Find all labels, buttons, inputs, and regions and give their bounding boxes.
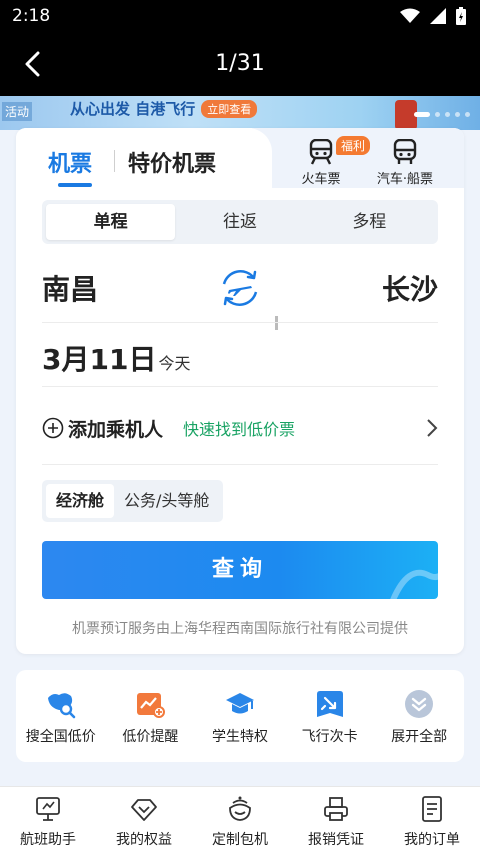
add-passenger-row[interactable]: 添加乘机人 快速找到低价票	[42, 412, 438, 444]
cabin-business-first[interactable]: 公务/头等舱	[114, 484, 219, 518]
quick-action-label: 低价提醒	[122, 729, 179, 745]
add-passenger-label: 添加乘机人	[68, 418, 164, 441]
quick-action-label: 学生特权	[211, 729, 268, 745]
tab-special-flight[interactable]: 特价机票	[128, 146, 216, 178]
printer-icon	[324, 797, 348, 821]
provider-note: 机票预订服务由上海华程西南国际旅行社有限公司提供	[72, 621, 408, 637]
tab-flight[interactable]: 机票	[48, 146, 92, 178]
trip-round-trip[interactable]: 往返	[175, 204, 304, 240]
status-time: 2:18	[12, 6, 51, 26]
nav-label: 航班助手	[20, 832, 76, 848]
nav-my-orders[interactable]: 我的订单	[384, 787, 480, 854]
quick-action-nationwide-low-price[interactable]: 搜全国低价	[16, 670, 106, 762]
battery-icon	[456, 7, 466, 25]
banner-promo: 从心出发 自港飞行 立即查看	[70, 98, 258, 119]
quick-action-flight-pass[interactable]: 飞行次卡	[285, 670, 375, 762]
banner-cta[interactable]: 立即查看	[201, 99, 258, 118]
diamond-icon	[131, 799, 157, 821]
pager-dot	[445, 112, 450, 117]
status-bar: 2:18	[0, 0, 480, 32]
quick-action-label: 展开全部	[391, 729, 448, 745]
trip-type-selector: 单程 往返 多程	[42, 200, 438, 244]
train-icon	[309, 139, 333, 165]
graduation-cap-icon	[225, 693, 254, 714]
viewer-top-bar: 1/31	[0, 32, 480, 96]
arrival-city[interactable]: 长沙	[382, 268, 438, 308]
quick-action-student[interactable]: 学生特权	[195, 670, 285, 762]
nav-custom-charter[interactable]: 定制包机	[192, 787, 288, 854]
pager-dot	[435, 112, 440, 117]
quick-actions-card: 搜全国低价 低价提醒 学生特权 飞行次卡 展开全部	[16, 670, 464, 762]
nav-label: 报销凭证	[308, 832, 364, 848]
tab-active-indicator	[58, 183, 92, 187]
nav-flight-assistant[interactable]: 航班助手	[0, 787, 96, 854]
nav-label: 我的订单	[404, 832, 460, 848]
banner-tag: 活动	[2, 102, 33, 121]
cabin-economy[interactable]: 经济舱	[46, 484, 115, 518]
decorative-wave-icon	[390, 569, 438, 599]
signal-icon	[430, 8, 446, 24]
nav-label: 定制包机	[212, 832, 268, 848]
search-flights-button[interactable]: 查询	[42, 541, 438, 599]
trip-multi-city[interactable]: 多程	[305, 204, 434, 240]
divider	[42, 322, 438, 323]
promo-banner[interactable]: 活动 从心出发 自港飞行 立即查看	[0, 96, 480, 130]
booking-card: 机票 特价机票 火车票 福利 汽车·船票 单程 往返 多程 南昌 长沙 3月11…	[16, 128, 464, 654]
low-price-hint: 快速找到低价票	[183, 420, 296, 439]
bus-ship-ticket-button[interactable]: 汽车·船票	[360, 134, 450, 187]
expand-all-icon	[405, 690, 434, 718]
trip-one-way[interactable]: 单程	[46, 204, 176, 240]
departure-city[interactable]: 南昌	[42, 268, 98, 308]
nav-label: 我的权益	[116, 832, 172, 848]
cabin-class-selector: 经济舱 公务/头等舱	[42, 480, 224, 522]
divider	[42, 386, 438, 387]
swap-cities-button[interactable]	[218, 266, 262, 310]
flight-pass-icon	[316, 691, 343, 717]
image-counter: 1/31	[215, 51, 265, 76]
order-list-icon	[422, 796, 442, 822]
pager-dot	[455, 112, 460, 117]
departure-date[interactable]: 3月11日 今天	[42, 338, 190, 378]
bus-icon	[393, 139, 417, 164]
chevron-right-icon	[427, 419, 438, 437]
quick-action-label: 搜全国低价	[25, 729, 96, 745]
banner-text: 从心出发 自港飞行	[70, 100, 196, 118]
date-day-label: 今天	[158, 354, 191, 373]
plus-circle-icon	[42, 417, 64, 439]
map-search-icon	[47, 693, 76, 719]
tab-divider	[114, 150, 115, 172]
pager-dot	[414, 112, 430, 117]
date-value: 3月11日	[42, 343, 157, 376]
wifi-icon	[400, 8, 420, 23]
banner-pager	[414, 112, 470, 117]
divider	[42, 464, 438, 465]
bottom-nav: 航班助手 我的权益 定制包机 报销凭证 我的订单	[0, 786, 480, 854]
swap-plane-icon	[222, 270, 258, 306]
train-ticket-label: 火车票	[301, 172, 341, 187]
booking-tabs: 机票 特价机票 火车票 福利 汽车·船票	[16, 128, 464, 188]
pager-dot	[465, 112, 470, 117]
monitor-icon	[36, 797, 60, 821]
quick-action-price-alert[interactable]: 低价提醒	[106, 670, 196, 762]
bus-ship-ticket-label: 汽车·船票	[376, 172, 434, 187]
quick-action-label: 飞行次卡	[301, 729, 358, 745]
quick-action-expand-all[interactable]: 展开全部	[374, 670, 464, 762]
custom-charter-icon	[229, 796, 251, 821]
text-caret-mark	[275, 316, 278, 330]
price-alert-icon	[137, 693, 166, 718]
nav-my-benefits[interactable]: 我的权益	[96, 787, 192, 854]
search-button-label: 查询	[211, 557, 268, 582]
nav-reimbursement[interactable]: 报销凭证	[288, 787, 384, 854]
status-icons	[400, 7, 466, 25]
